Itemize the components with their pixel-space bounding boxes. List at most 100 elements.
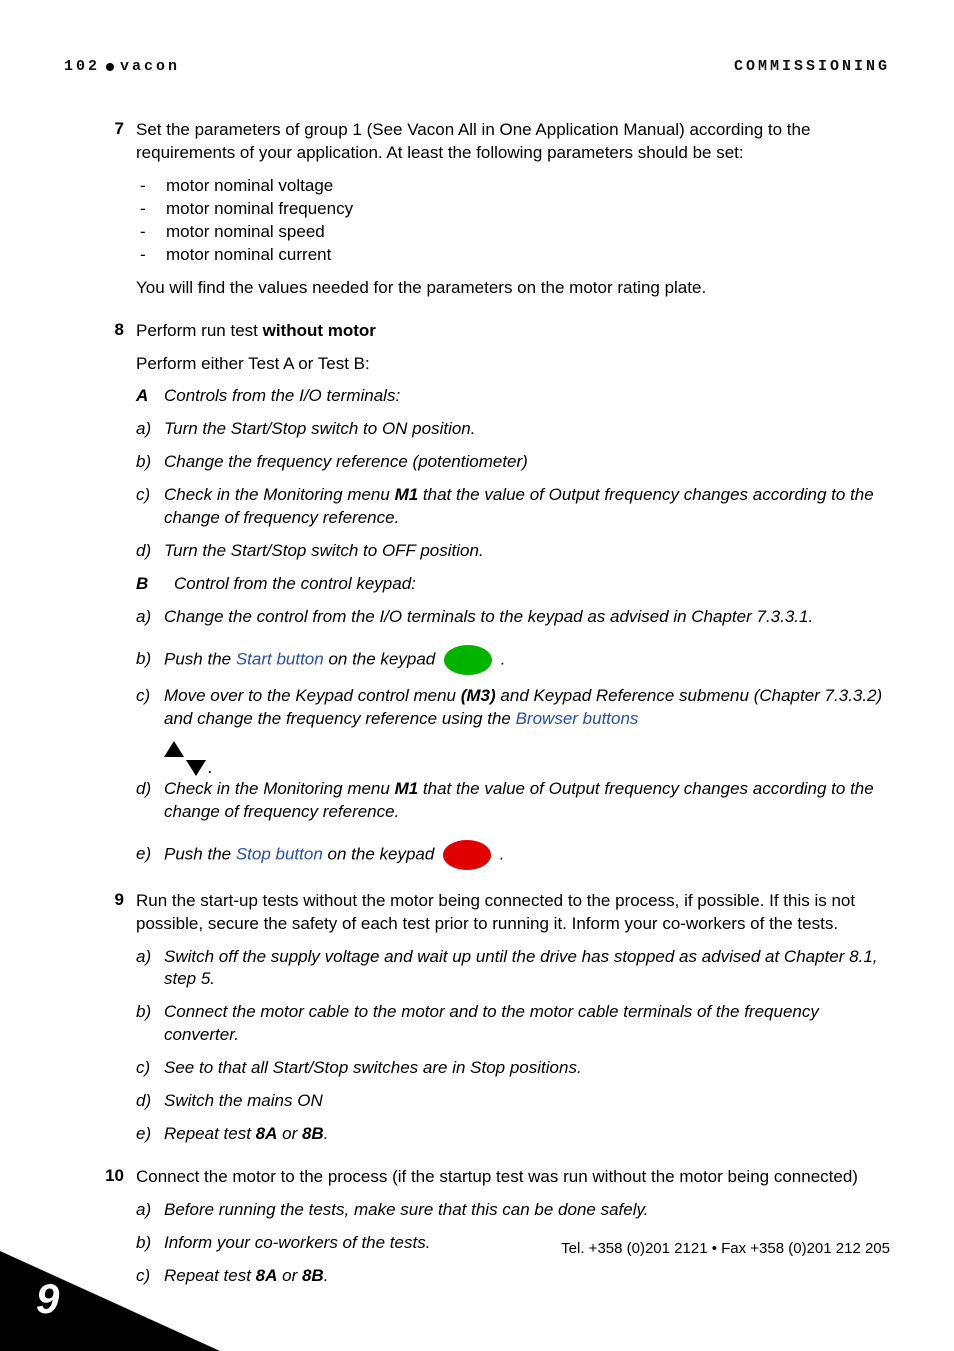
title-a: Controls from the I/O terminals: [164, 385, 400, 408]
item-text: Repeat test 8A or 8B. [164, 1265, 890, 1288]
arrow-down-icon [186, 760, 206, 776]
text: on the keypad [324, 649, 440, 668]
text: Perform run test [136, 321, 263, 340]
list-item: a) Turn the Start/Stop switch to ON posi… [136, 418, 890, 441]
step-number: 7 [84, 119, 136, 310]
text: or [277, 1266, 302, 1285]
item-text: Push the Start button on the keypad . [164, 645, 890, 675]
label-b: B [136, 573, 174, 596]
item-label: d) [136, 540, 164, 563]
test-b-list: a) Change the control from the I/O termi… [136, 606, 890, 731]
item-text: Switch the mains ON [164, 1090, 890, 1113]
stop-button-link[interactable]: Stop button [236, 844, 323, 863]
ref: 8A [256, 1124, 278, 1143]
text: . [500, 844, 505, 863]
step-number: 8 [84, 320, 136, 880]
item-text: Repeat test 8A or 8B. [164, 1123, 890, 1146]
step-body: Perform run test without motor Perform e… [136, 320, 890, 880]
item-label: b) [136, 648, 164, 671]
item-label: e) [136, 1123, 164, 1146]
bullet-item: motor nominal voltage [166, 175, 890, 198]
ref: 8B [302, 1124, 324, 1143]
step9-list: a) Switch off the supply voltage and wai… [136, 946, 890, 1147]
content: 7 Set the parameters of group 1 (See Vac… [64, 119, 890, 1298]
list-item: a) Change the control from the I/O termi… [136, 606, 890, 629]
menu-ref: M1 [395, 485, 419, 504]
text: Push the [164, 844, 236, 863]
text: Check in the Monitoring menu [164, 485, 395, 504]
item-label: a) [136, 946, 164, 969]
step8-either: Perform either Test A or Test B: [136, 353, 890, 376]
bullet-item: motor nominal frequency [166, 198, 890, 221]
item-label: d) [136, 778, 164, 801]
arrow-up-icon [164, 741, 184, 757]
text: or [277, 1124, 302, 1143]
list-item: a) Switch off the supply voltage and wai… [136, 946, 890, 992]
test-b-list-cont: d) Check in the Monitoring menu M1 that … [136, 778, 890, 870]
list-item: b) Connect the motor cable to the motor … [136, 1001, 890, 1047]
list-item: a) Before running the tests, make sure t… [136, 1199, 890, 1222]
text: . [324, 1124, 329, 1143]
list-item: e) Push the Stop button on the keypad . [136, 840, 890, 870]
test-b-heading: B Control from the control keypad: [136, 573, 890, 596]
menu-ref: M1 [395, 779, 419, 798]
step-7: 7 Set the parameters of group 1 (See Vac… [84, 119, 890, 310]
start-button-icon [444, 645, 492, 675]
step7-bullets: motor nominal voltage motor nominal freq… [136, 175, 890, 267]
corner-triangle-decoration [0, 1251, 220, 1351]
list-item: c) Move over to the Keypad control menu … [136, 685, 890, 731]
step-body: Run the start-up tests without the motor… [136, 890, 890, 1156]
item-text: Push the Stop button on the keypad . [164, 840, 890, 870]
bold-text: without motor [263, 321, 376, 340]
bullet-item: motor nominal current [166, 244, 890, 267]
chapter-number: 9 [36, 1275, 59, 1323]
test-a-heading: A Controls from the I/O terminals: [136, 385, 890, 408]
item-label: a) [136, 606, 164, 629]
page: 102 vacon COMMISSIONING 7 Set the parame… [0, 0, 954, 1351]
step-8: 8 Perform run test without motor Perform… [84, 320, 890, 880]
item-label: b) [136, 1001, 164, 1024]
header-left: 102 vacon [64, 58, 180, 75]
list-item: c) See to that all Start/Stop switches a… [136, 1057, 890, 1080]
step10-intro: Connect the motor to the process (if the… [136, 1166, 890, 1189]
browser-buttons-icon: . [164, 741, 890, 766]
bullet-item: motor nominal speed [166, 221, 890, 244]
step-number: 9 [84, 890, 136, 1156]
item-text: Move over to the Keypad control menu (M3… [164, 685, 890, 731]
item-label: a) [136, 418, 164, 441]
test-a-list: a) Turn the Start/Stop switch to ON posi… [136, 418, 890, 563]
page-number: 102 [64, 58, 100, 75]
list-item: d) Switch the mains ON [136, 1090, 890, 1113]
text: Repeat test [164, 1124, 256, 1143]
bullet-icon [106, 63, 114, 71]
item-label: e) [136, 843, 164, 866]
item-label: a) [136, 1199, 164, 1222]
item-text: Check in the Monitoring menu M1 that the… [164, 778, 890, 824]
item-text: Switch off the supply voltage and wait u… [164, 946, 890, 992]
item-text: Change the frequency reference (potentio… [164, 451, 890, 474]
step9-intro: Run the start-up tests without the motor… [136, 890, 890, 936]
item-label: b) [136, 451, 164, 474]
list-item: d) Check in the Monitoring menu M1 that … [136, 778, 890, 824]
step-body: Set the parameters of group 1 (See Vacon… [136, 119, 890, 310]
text: . [324, 1266, 329, 1285]
stop-button-icon [443, 840, 491, 870]
label-a: A [136, 385, 164, 408]
text: Check in the Monitoring menu [164, 779, 395, 798]
item-text: Connect the motor cable to the motor and… [164, 1001, 890, 1047]
item-text: Turn the Start/Stop switch to OFF positi… [164, 540, 890, 563]
browser-buttons-link[interactable]: Browser buttons [516, 709, 639, 728]
ref: 8B [302, 1266, 324, 1285]
item-text: Check in the Monitoring menu M1 that the… [164, 484, 890, 530]
list-item: b) Push the Start button on the keypad . [136, 645, 890, 675]
item-label: c) [136, 1057, 164, 1080]
item-text: See to that all Start/Stop switches are … [164, 1057, 890, 1080]
list-item: c) Repeat test 8A or 8B. [136, 1265, 890, 1288]
title-b: Control from the control keypad: [174, 573, 416, 596]
list-item: d) Turn the Start/Stop switch to OFF pos… [136, 540, 890, 563]
step-9: 9 Run the start-up tests without the mot… [84, 890, 890, 1156]
item-text: Change the control from the I/O terminal… [164, 606, 890, 629]
page-header: 102 vacon COMMISSIONING [64, 58, 890, 75]
text: . [501, 649, 506, 668]
start-button-link[interactable]: Start button [236, 649, 324, 668]
